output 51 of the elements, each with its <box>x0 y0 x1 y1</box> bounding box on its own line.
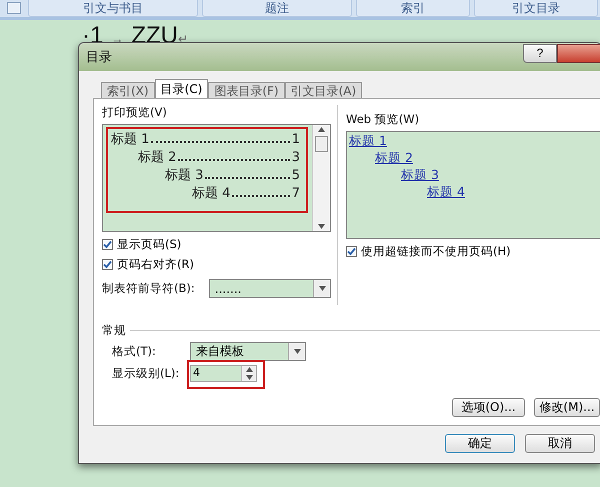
close-button[interactable] <box>557 44 600 62</box>
show-levels-label: 显示级别(L): <box>112 366 180 381</box>
ok-button[interactable]: 确定 <box>445 434 515 453</box>
tab[interactable]: 图表目录(F) <box>208 82 285 99</box>
paragraph-mark: ↵ <box>178 32 188 46</box>
print-preview-label: 打印预览(V) <box>102 105 168 120</box>
down-arrow-icon[interactable] <box>318 224 325 229</box>
toc-link[interactable]: 标题 4 <box>427 184 465 201</box>
checkbox-label[interactable]: 页码右对齐(R) <box>117 256 194 272</box>
down-arrow-icon[interactable] <box>294 349 300 354</box>
modify-button[interactable]: 修改(M)... <box>534 398 600 417</box>
tab-leader-dropdown[interactable]: ....... <box>208 279 331 298</box>
window-title: 目录 <box>86 49 113 66</box>
page-number: 3 <box>292 150 300 165</box>
checkbox[interactable] <box>346 246 357 256</box>
toc-link[interactable]: 标题 3 <box>401 167 439 184</box>
ribbon-button[interactable]: 引文与书目 <box>28 0 198 17</box>
checkbox-label[interactable]: 使用超链接而不使用页码(H) <box>361 244 511 258</box>
ribbon-button[interactable]: 引文目录 <box>474 0 598 17</box>
page-number: 7 <box>292 186 300 201</box>
tab[interactable]: 引文目录(A) <box>284 82 362 99</box>
toc-entry: 标题 1 <box>111 131 150 148</box>
toc-link[interactable]: 标题 2 <box>375 150 413 167</box>
web-preview-label: Web 预览(W) <box>346 112 420 127</box>
checkbox[interactable] <box>102 238 113 250</box>
format-dropdown[interactable]: 来自模板 <box>190 342 306 361</box>
tab-leader-label: 制表符前导符(B): <box>102 281 195 296</box>
help-button[interactable]: ? <box>523 44 557 62</box>
tab[interactable]: 目录(C) <box>154 79 208 99</box>
toc-entry: 标题 2 <box>138 149 176 166</box>
tab[interactable]: 索引(X) <box>101 82 155 99</box>
up-arrow-icon[interactable] <box>246 367 252 372</box>
down-arrow-icon[interactable] <box>246 374 252 380</box>
toc-entry: 标题 3 <box>165 167 204 184</box>
up-arrow-icon[interactable] <box>318 127 325 132</box>
ribbon-button[interactable]: 索引 <box>356 0 470 17</box>
group-label: 常规 <box>102 323 126 338</box>
page-number: 1 <box>292 132 300 147</box>
ribbon-button[interactable]: 题注 <box>202 0 352 17</box>
show-levels-spinner[interactable]: 4 <box>190 365 257 382</box>
format-label: 格式(T): <box>112 344 157 359</box>
scrollbar[interactable] <box>312 125 330 231</box>
checkbox[interactable] <box>102 258 113 270</box>
checkbox-label[interactable]: 显示页码(S) <box>117 236 182 252</box>
down-arrow-icon[interactable] <box>318 286 326 291</box>
page-number: 5 <box>292 168 300 183</box>
options-button[interactable]: 选项(O)... <box>452 398 525 417</box>
scroll-thumb[interactable] <box>315 136 328 152</box>
toc-link[interactable]: 标题 1 <box>349 133 387 150</box>
cancel-button[interactable]: 取消 <box>525 434 595 453</box>
toc-entry: 标题 4 <box>192 185 230 202</box>
